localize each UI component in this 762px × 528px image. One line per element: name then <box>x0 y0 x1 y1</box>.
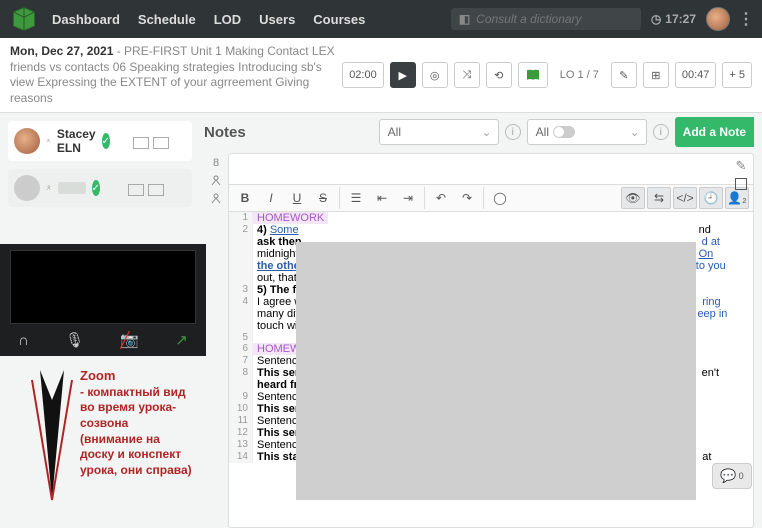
sync-icon[interactable]: ⟲ <box>486 62 512 88</box>
code-button[interactable]: </> <box>673 187 697 209</box>
notes-title: Notes <box>204 124 246 141</box>
shuffle-icon[interactable]: ⤨ <box>454 62 480 88</box>
book-icon[interactable] <box>518 62 548 88</box>
info-icon[interactable]: i <box>505 124 521 140</box>
user-1-mail[interactable] <box>116 137 186 149</box>
overlay-block <box>296 242 696 500</box>
mic-icon[interactable]: 🎙 <box>65 331 84 349</box>
notes-header: Notes All i All i Add a Note <box>204 117 754 147</box>
redo-button[interactable]: ↷ <box>455 187 479 209</box>
undo-button[interactable]: ↶ <box>429 187 453 209</box>
users-button[interactable]: 👤₂ <box>725 187 749 209</box>
check-icon: ✓ <box>92 180 100 196</box>
topbar: Dashboard Schedule LOD Users Courses ◧ ◷… <box>0 0 762 38</box>
preview-button[interactable]: 👁 <box>621 187 645 209</box>
edit-icon[interactable]: ✎ <box>736 158 747 174</box>
lesson-controls: 02:00 ▶ ◎ ⤨ ⟲ LO 1 / 7 ✎ ⊞ 00:47 + 5 <box>342 62 752 88</box>
nav-users[interactable]: Users <box>259 12 295 27</box>
note-count: 8 <box>213 157 219 169</box>
main-nav: Dashboard Schedule LOD Users Courses <box>52 12 365 27</box>
lo-indicator: LO 1 / 7 <box>554 62 605 88</box>
clock: ◷ 17:27 <box>651 12 696 26</box>
plus-five[interactable]: + 5 <box>722 62 752 88</box>
annotation-arrow <box>22 360 82 510</box>
annot-title: Zoom <box>80 368 220 385</box>
strike-button[interactable]: S <box>311 187 335 209</box>
nav-dashboard[interactable]: Dashboard <box>52 12 120 27</box>
info-icon[interactable]: i <box>653 124 669 140</box>
palette-button[interactable]: ◯ <box>488 187 512 209</box>
popout-icon[interactable]: ↗ <box>175 331 188 349</box>
search-input[interactable] <box>476 12 633 26</box>
indent-button[interactable]: ⇥ <box>396 187 420 209</box>
tool-a-icon[interactable]: ✎ <box>611 62 637 88</box>
search-box[interactable]: ◧ <box>451 8 641 30</box>
tool-b-icon[interactable]: ⊞ <box>643 62 669 88</box>
underline-button[interactable]: U <box>285 187 309 209</box>
maximize-icon[interactable] <box>735 178 747 190</box>
nav-lod[interactable]: LOD <box>214 12 241 27</box>
italic-button[interactable]: I <box>259 187 283 209</box>
clock-time: 17:27 <box>665 12 696 26</box>
outdent-button[interactable]: ⇤ <box>370 187 394 209</box>
user-1-name: Stacey ELN <box>57 127 96 155</box>
zoom-panel: ∩ 🎙 📷╱ ↗ <box>0 244 206 356</box>
editor-toolbar: B I U S ☰ ⇤ ⇥ ↶ ↷ ◯ 👁 ⇆ </> <box>229 184 753 212</box>
menu-kebab-icon[interactable]: ⋮ <box>738 9 754 29</box>
node-icon[interactable] <box>210 193 222 205</box>
timer-2[interactable]: 00:47 <box>675 62 717 88</box>
zoom-controls: ∩ 🎙 📷╱ ↗ <box>0 326 206 356</box>
history-button[interactable]: 🕘 <box>699 187 723 209</box>
nav-courses[interactable]: Courses <box>313 12 365 27</box>
camera-off-icon[interactable]: 📷╱ <box>120 331 139 349</box>
timer-1[interactable]: 02:00 <box>342 62 384 88</box>
zoom-video <box>10 250 196 324</box>
filter-1[interactable]: All <box>379 119 499 145</box>
editor-tools: ✎ <box>735 158 747 190</box>
user-card-1[interactable]: Stacey ELN ✓ <box>8 121 192 161</box>
check-icon: ✓ <box>102 133 110 149</box>
dictionary-icon: ◧ <box>459 12 470 26</box>
clock-icon: ◷ <box>651 12 661 26</box>
share-button[interactable]: ⇆ <box>647 187 671 209</box>
bold-button[interactable]: B <box>233 187 257 209</box>
node-icon[interactable] <box>210 175 222 187</box>
lesson-title: Mon, Dec 27, 2021 - PRE-FIRST Unit 1 Mak… <box>10 44 342 106</box>
lesson-date: Mon, Dec 27, 2021 <box>10 44 113 58</box>
lesson-header: Mon, Dec 27, 2021 - PRE-FIRST Unit 1 Mak… <box>0 38 762 113</box>
user-card-2[interactable]: ✓ <box>8 169 192 207</box>
node-icon <box>46 182 52 194</box>
user-avatar[interactable] <box>706 7 730 31</box>
filter-2[interactable]: All <box>527 119 647 145</box>
play-button[interactable]: ▶ <box>390 62 416 88</box>
user-2-mail[interactable] <box>106 184 186 196</box>
app-logo[interactable] <box>8 3 40 35</box>
user-2-avatar <box>14 175 40 201</box>
user-2-name <box>58 182 86 194</box>
add-note-button[interactable]: Add a Note <box>675 117 754 147</box>
user-1-avatar <box>14 128 40 154</box>
target-icon[interactable]: ◎ <box>422 62 448 88</box>
chat-button[interactable]: 💬 <box>712 463 752 489</box>
nav-schedule[interactable]: Schedule <box>138 12 196 27</box>
list-button[interactable]: ☰ <box>344 187 368 209</box>
node-icon <box>46 135 51 147</box>
zoom-annotation: Zoom - компактный вид во время урока- со… <box>80 368 220 478</box>
audio-icon[interactable]: ∩ <box>18 332 29 349</box>
